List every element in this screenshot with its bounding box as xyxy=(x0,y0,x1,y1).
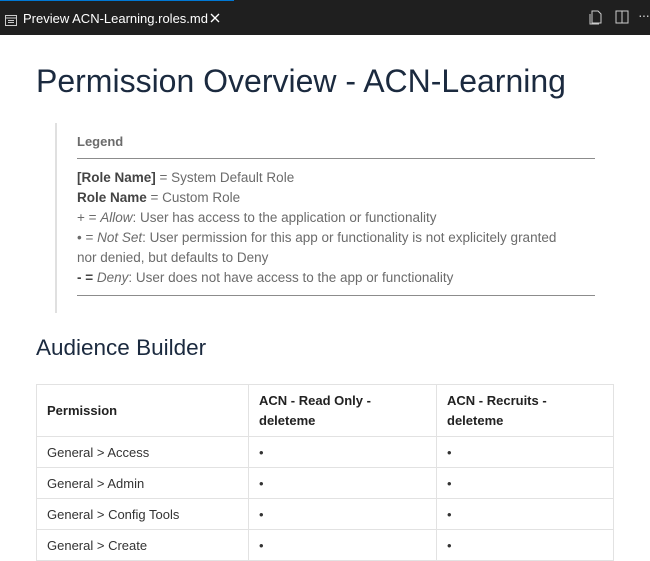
table-cell: General > Access xyxy=(36,436,249,468)
close-icon[interactable] xyxy=(207,10,223,26)
table-row: General > Create • • xyxy=(36,529,614,561)
column-header: ACN - Recruits - deleteme xyxy=(436,384,614,437)
legend-line: - = Deny: User does not have access to t… xyxy=(77,270,454,285)
markdown-preview: Permission Overview - ACN-Learning Legen… xyxy=(0,35,650,561)
table-row: General > Config Tools • • xyxy=(36,498,614,530)
table-header-row: Permission ACN - Read Only - deleteme AC… xyxy=(36,384,614,437)
table-cell: General > Config Tools xyxy=(36,498,249,530)
legend-line: nor denied, but defaults to Deny xyxy=(77,250,269,265)
table-cell: • xyxy=(436,467,614,499)
legend-lines: [Role Name] = System Default Role Role N… xyxy=(77,168,597,288)
table-row: General > Access • • xyxy=(36,436,614,468)
column-header: Permission xyxy=(36,384,249,437)
page-title: Permission Overview - ACN-Learning xyxy=(36,63,566,99)
permissions-table: Permission ACN - Read Only - deleteme AC… xyxy=(36,384,614,561)
open-source-icon[interactable] xyxy=(588,9,604,30)
legend-line: + = Allow: User has access to the applic… xyxy=(77,210,437,225)
table-cell: • xyxy=(248,436,437,468)
split-editor-icon[interactable] xyxy=(614,9,630,30)
table-cell: General > Admin xyxy=(36,467,249,499)
table-cell: • xyxy=(248,498,437,530)
legend-line: • = Not Set: User permission for this ap… xyxy=(77,230,557,245)
tab-title: Preview ACN-Learning.roles.md xyxy=(23,10,208,26)
column-header: ACN - Read Only - deleteme xyxy=(248,384,437,437)
table-cell: • xyxy=(248,529,437,561)
table-cell: • xyxy=(436,498,614,530)
more-actions-icon[interactable]: ··· xyxy=(638,7,650,23)
divider xyxy=(77,158,595,159)
table-cell: General > Create xyxy=(36,529,249,561)
tab-preview[interactable]: Preview ACN-Learning.roles.md xyxy=(0,0,234,35)
legend-line: [Role Name] = System Default Role xyxy=(77,170,295,185)
editor-tab-bar: Preview ACN-Learning.roles.md ··· xyxy=(0,0,650,35)
table-cell: • xyxy=(248,467,437,499)
legend-blockquote: Legend [Role Name] = System Default Role… xyxy=(55,123,597,313)
table-cell: • xyxy=(436,529,614,561)
table-row: General > Admin • • xyxy=(36,467,614,499)
divider xyxy=(77,295,595,296)
preview-icon xyxy=(5,13,17,26)
section-heading: Audience Builder xyxy=(36,335,207,360)
legend-heading: Legend xyxy=(77,134,124,149)
legend-line: Role Name = Custom Role xyxy=(77,190,241,205)
table-cell: • xyxy=(436,436,614,468)
